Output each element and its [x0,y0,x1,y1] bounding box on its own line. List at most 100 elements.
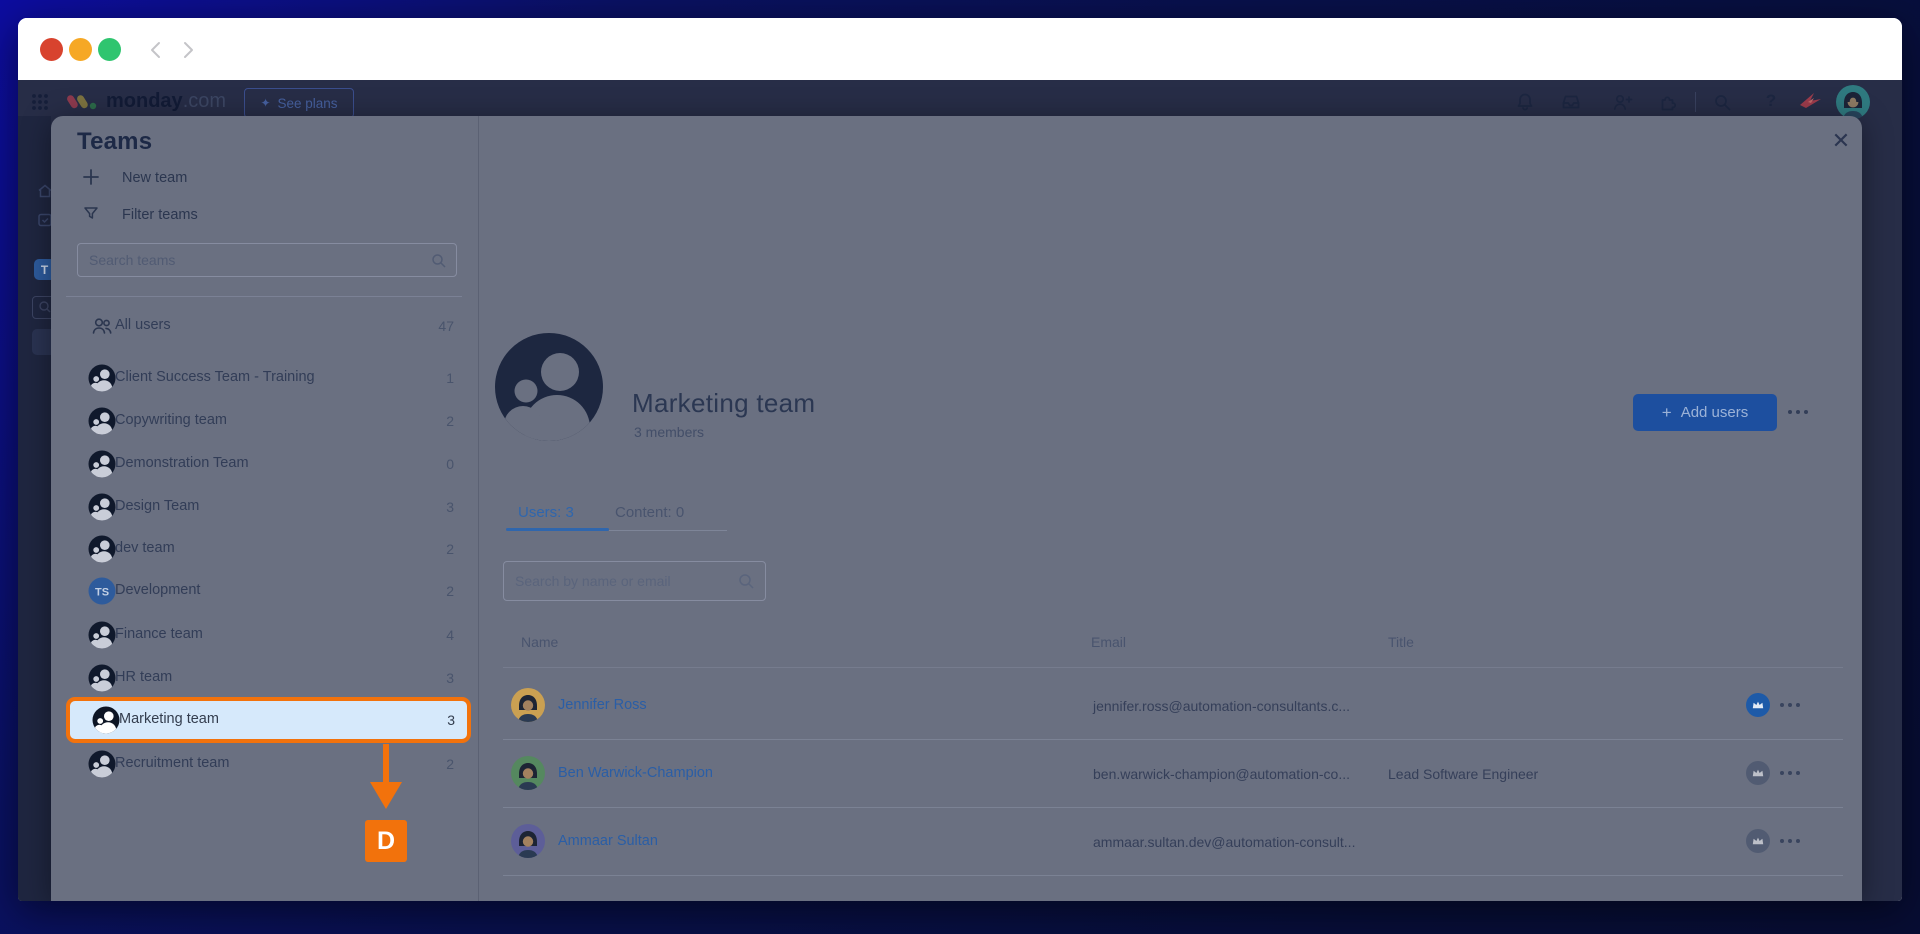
active-tab-underline [506,528,609,531]
team-member-count: 2 [446,756,454,772]
notifications-bell-icon[interactable] [1514,91,1536,113]
desktop-background: monday.com ✦ See plans ? [0,0,1920,934]
column-header-email: Email [1091,634,1126,650]
team-avatar-icon [88,450,116,478]
monday-logo-text: monday.com [106,90,226,113]
my-work-icon[interactable] [36,211,51,234]
user-name-link[interactable]: Ben Warwick-Champion [558,765,713,781]
app-switcher-grid-icon[interactable] [30,92,50,112]
invite-members-icon[interactable] [1611,91,1633,113]
sidebar-search-box[interactable] [32,296,51,319]
team-more-options-icon[interactable] [1788,410,1808,414]
minimize-window-button[interactable] [69,38,92,61]
logo-suffix: .com [183,90,226,112]
app-sidebar: T [18,116,51,901]
close-window-button[interactable] [40,38,63,61]
user-avatar [511,756,545,790]
teams-list-item[interactable]: dev team2 [66,528,462,571]
maximize-window-button[interactable] [98,38,121,61]
help-icon[interactable]: ? [1760,91,1782,113]
sparkle-icon: ✦ [260,96,270,110]
team-avatar-icon [88,364,116,392]
team-initials-avatar: TS [88,577,116,605]
filter-icon [83,206,99,222]
list-divider [66,296,462,297]
header-divider [1695,92,1696,112]
monday-admin-app: monday.com ✦ See plans ? [18,80,1902,901]
annotation-arrow-head [370,782,402,809]
forward-icon[interactable] [176,39,198,61]
selected-board-pill [32,329,51,355]
admin-crown-badge-icon [1746,693,1770,717]
teams-modal: Teams New team Filter teams [51,116,1862,901]
user-table-row: Ben Warwick-Champion ben.warwick-champion… [503,739,1843,808]
member-crown-badge-icon [1746,761,1770,785]
user-avatar [511,824,545,858]
teams-list-item-selected[interactable]: Marketing team3 [66,697,471,743]
team-name: Finance team [115,626,203,642]
team-name: Demonstration Team [115,455,249,471]
logo-word: monday [106,90,183,112]
annotation-step-badge: D [365,820,407,862]
member-crown-badge-icon [1746,829,1770,853]
team-name: Marketing team [119,711,219,727]
user-more-options-icon[interactable] [1780,703,1800,707]
tab-users[interactable]: Users: 3 [518,504,574,521]
filter-teams-button[interactable]: Filter teams [122,207,198,223]
workspace-avatar[interactable]: T [34,259,51,280]
teams-list-item[interactable]: Design Team3 [66,486,462,529]
teams-list-item[interactable]: TSDevelopment 2 [66,570,462,613]
team-member-count: 1 [446,370,454,386]
team-name: Design Team [115,498,199,514]
team-member-count: 3 [446,670,454,686]
all-users-count: 47 [438,318,454,334]
all-users-label: All users [115,317,171,333]
column-header-name: Name [521,634,558,650]
all-users-item[interactable]: All users 47 [66,305,462,348]
user-email: ammaar.sultan.dev@automation-consult... [1093,834,1355,850]
teams-search-field[interactable] [78,244,456,276]
browser-window: monday.com ✦ See plans ? [18,18,1902,901]
team-avatar-icon [92,706,120,734]
team-member-count: 2 [446,583,454,599]
back-icon[interactable] [146,39,168,61]
inbox-tray-icon[interactable] [1560,91,1582,113]
search-icon[interactable] [1711,91,1733,113]
user-email: ben.warwick-champion@automation-co... [1093,766,1350,782]
teams-search-input[interactable] [77,243,457,277]
user-name-link[interactable]: Ammaar Sultan [558,833,658,849]
teams-list-item[interactable]: Demonstration Team 0 [66,443,462,486]
user-more-options-icon[interactable] [1780,771,1800,775]
teams-list-item[interactable]: Client Success Team - Training1 [66,357,462,400]
user-name-link[interactable]: Jennifer Ross [558,697,647,713]
all-users-icon [90,314,118,342]
plus-icon [82,168,100,186]
see-plans-button[interactable]: ✦ See plans [244,88,354,118]
users-search-input[interactable] [503,561,766,601]
user-avatar[interactable] [1836,85,1870,119]
teams-list-item[interactable]: HR team3 [66,657,462,700]
tab-content[interactable]: Content: 0 [615,504,684,521]
add-users-label: Add users [1681,404,1749,421]
team-avatar [494,332,604,442]
team-avatar-icon [88,750,116,778]
user-title: Lead Software Engineer [1388,766,1538,782]
new-team-button[interactable]: New team [122,170,187,186]
team-avatar-icon [88,407,116,435]
team-member-count: 0 [446,456,454,472]
team-avatar-icon [88,535,116,563]
teams-list-item[interactable]: Finance team4 [66,614,462,657]
home-icon[interactable] [36,182,51,205]
teams-list-item[interactable]: Recruitment team2 [66,743,462,786]
apps-marketplace-icon[interactable] [1657,91,1679,113]
teams-list-item[interactable]: Copywriting team2 [66,400,462,443]
close-icon[interactable]: ✕ [1827,127,1855,155]
add-users-button[interactable]: + Add users [1633,394,1777,431]
user-avatar [511,688,545,722]
column-header-title: Title [1388,634,1414,650]
team-avatar-icon [88,621,116,649]
user-more-options-icon[interactable] [1780,839,1800,843]
users-search-field[interactable] [504,562,765,600]
step-label: D [377,827,395,856]
team-name: Development [115,582,200,598]
